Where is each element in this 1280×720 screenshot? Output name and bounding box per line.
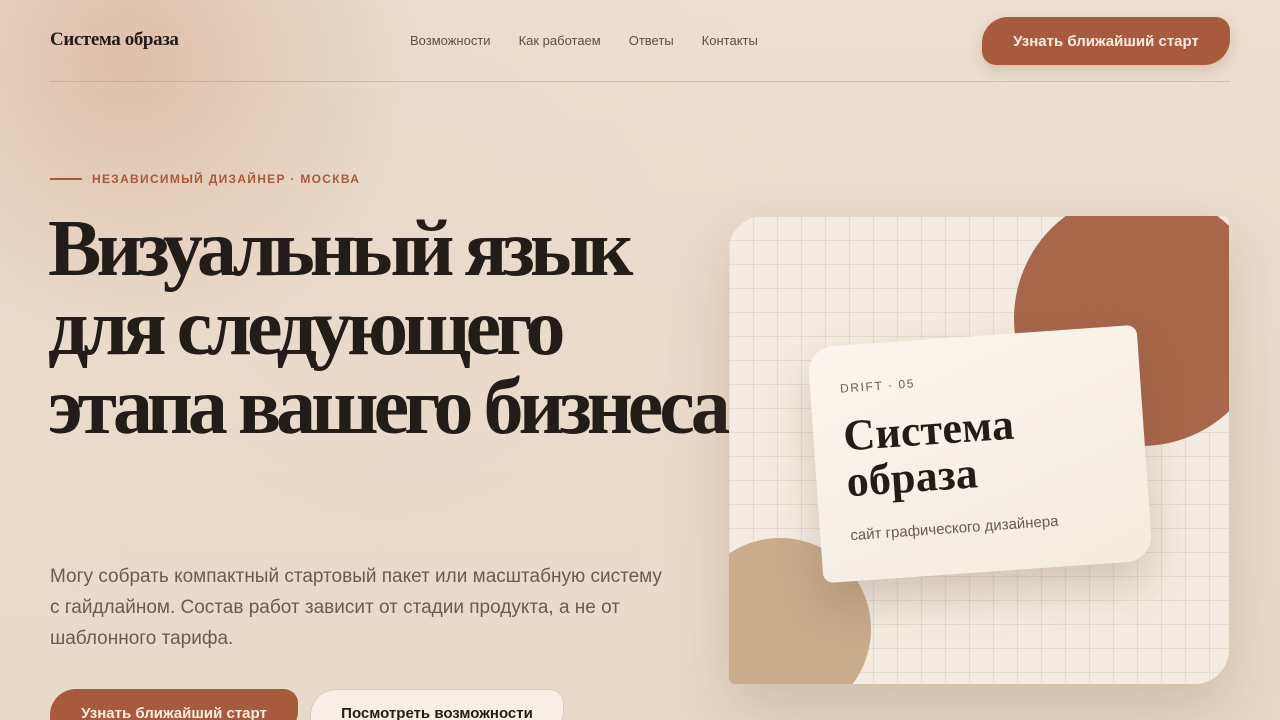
site-logo[interactable]: Система образа: [50, 29, 179, 51]
main-nav: Возможности Как работаем Ответы Контакты: [410, 33, 758, 48]
eyebrow-text: НЕЗАВИСИМЫЙ ДИЗАЙНЕР · МОСКВА: [92, 172, 361, 186]
hero-primary-button[interactable]: Узнать ближайший старт: [50, 689, 298, 720]
card-subtitle: сайт графического дизайнера: [849, 512, 1060, 545]
header-cta-button[interactable]: Узнать ближайший старт: [982, 17, 1230, 65]
nav-link-faq[interactable]: Ответы: [629, 33, 674, 48]
card-title: Система образа: [841, 399, 1016, 507]
hero-secondary-button[interactable]: Посмотреть возможности: [310, 689, 564, 720]
nav-link-features[interactable]: Возможности: [410, 33, 491, 48]
hero-eyebrow: НЕЗАВИСИМЫЙ ДИЗАЙНЕР · МОСКВА: [50, 172, 360, 186]
nav-link-contacts[interactable]: Контакты: [702, 33, 758, 48]
brand-card: DRIFT · 05 Система образа сайт графическ…: [807, 324, 1153, 584]
nav-link-process[interactable]: Как работаем: [519, 33, 601, 48]
hero-description: Могу собрать компактный стартовый пакет …: [50, 566, 662, 649]
card-tag: DRIFT · 05: [839, 376, 916, 396]
site-header: Система образа Возможности Как работаем …: [50, 0, 1230, 82]
hero-visual: DRIFT · 05 Система образа сайт графическ…: [729, 216, 1229, 684]
eyebrow-divider: [50, 178, 82, 180]
hero-title: Визуальный язык для следующего этапа ваш…: [48, 205, 731, 451]
